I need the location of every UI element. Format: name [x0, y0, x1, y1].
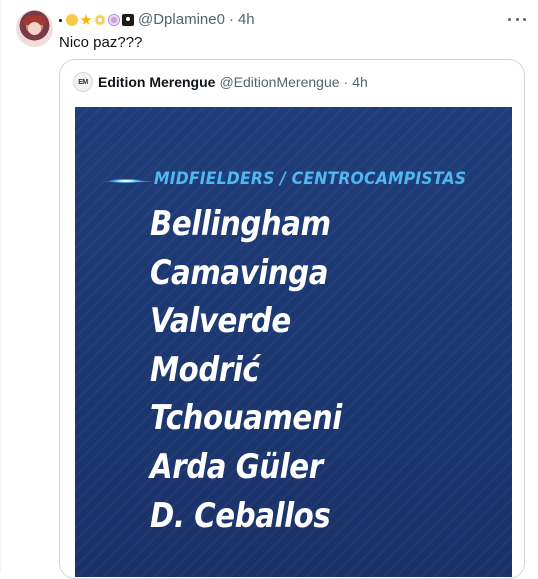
more-dot [515, 17, 519, 21]
player-name: Bellingham [150, 204, 331, 244]
quoted-header-separator: · [343, 74, 349, 90]
tweet-timestamp[interactable]: 4h [238, 11, 255, 29]
header-separator: · [228, 11, 234, 28]
tweet-text: Nico paz??? [59, 34, 143, 51]
section-title: MIDFIELDERS / CENTROCAMPISTAS [154, 169, 467, 189]
quoted-author-avatar[interactable]: EM [73, 72, 93, 92]
quoted-author-name[interactable]: Edition Merengue [98, 74, 215, 90]
spiral-shell-icon [108, 14, 120, 26]
player-name: Valverde [150, 301, 291, 342]
player-name: Tchouameni [150, 398, 342, 439]
dot-icon [59, 18, 62, 22]
more-dot [508, 17, 511, 21]
player-name: Camavinga [150, 252, 329, 293]
more-dot [523, 17, 526, 21]
author-avatar[interactable] [16, 10, 53, 47]
player-name: Modrić [150, 349, 260, 390]
tweet-header: @Dplamine0 · 4h [59, 11, 255, 29]
lens-flare [109, 179, 143, 183]
sun-with-face-icon [66, 14, 78, 26]
star-icon [80, 14, 92, 25]
quoted-media-image[interactable]: MIDFIELDERS / CENTROCAMPISTAS Bellingham… [75, 107, 512, 577]
quoted-author-handle[interactable]: @EditionMerengue [219, 74, 339, 90]
more-options-icon[interactable] [508, 12, 526, 26]
display-name-emojis[interactable] [59, 14, 134, 26]
quoted-tweet-header: EM Edition Merengue @EditionMerengue · 4… [73, 72, 368, 92]
quoted-avatar-logo: EM [78, 78, 88, 86]
quoted-tweet-timestamp[interactable]: 4h [352, 74, 368, 90]
player-name: D. Ceballos [150, 495, 331, 536]
dizzy-icon [94, 14, 106, 26]
timeline-border [0, 0, 1, 573]
players-list: Bellingham Camavinga Valverde Modrić Tch… [150, 200, 373, 540]
avatar-face [28, 22, 41, 35]
player-name: Arda Güler [150, 446, 323, 487]
quoted-tweet-card[interactable]: EM Edition Merengue @EditionMerengue · 4… [59, 59, 525, 579]
author-handle[interactable]: @Dplamine0 [138, 11, 225, 29]
pirate-flag-icon [122, 14, 134, 26]
